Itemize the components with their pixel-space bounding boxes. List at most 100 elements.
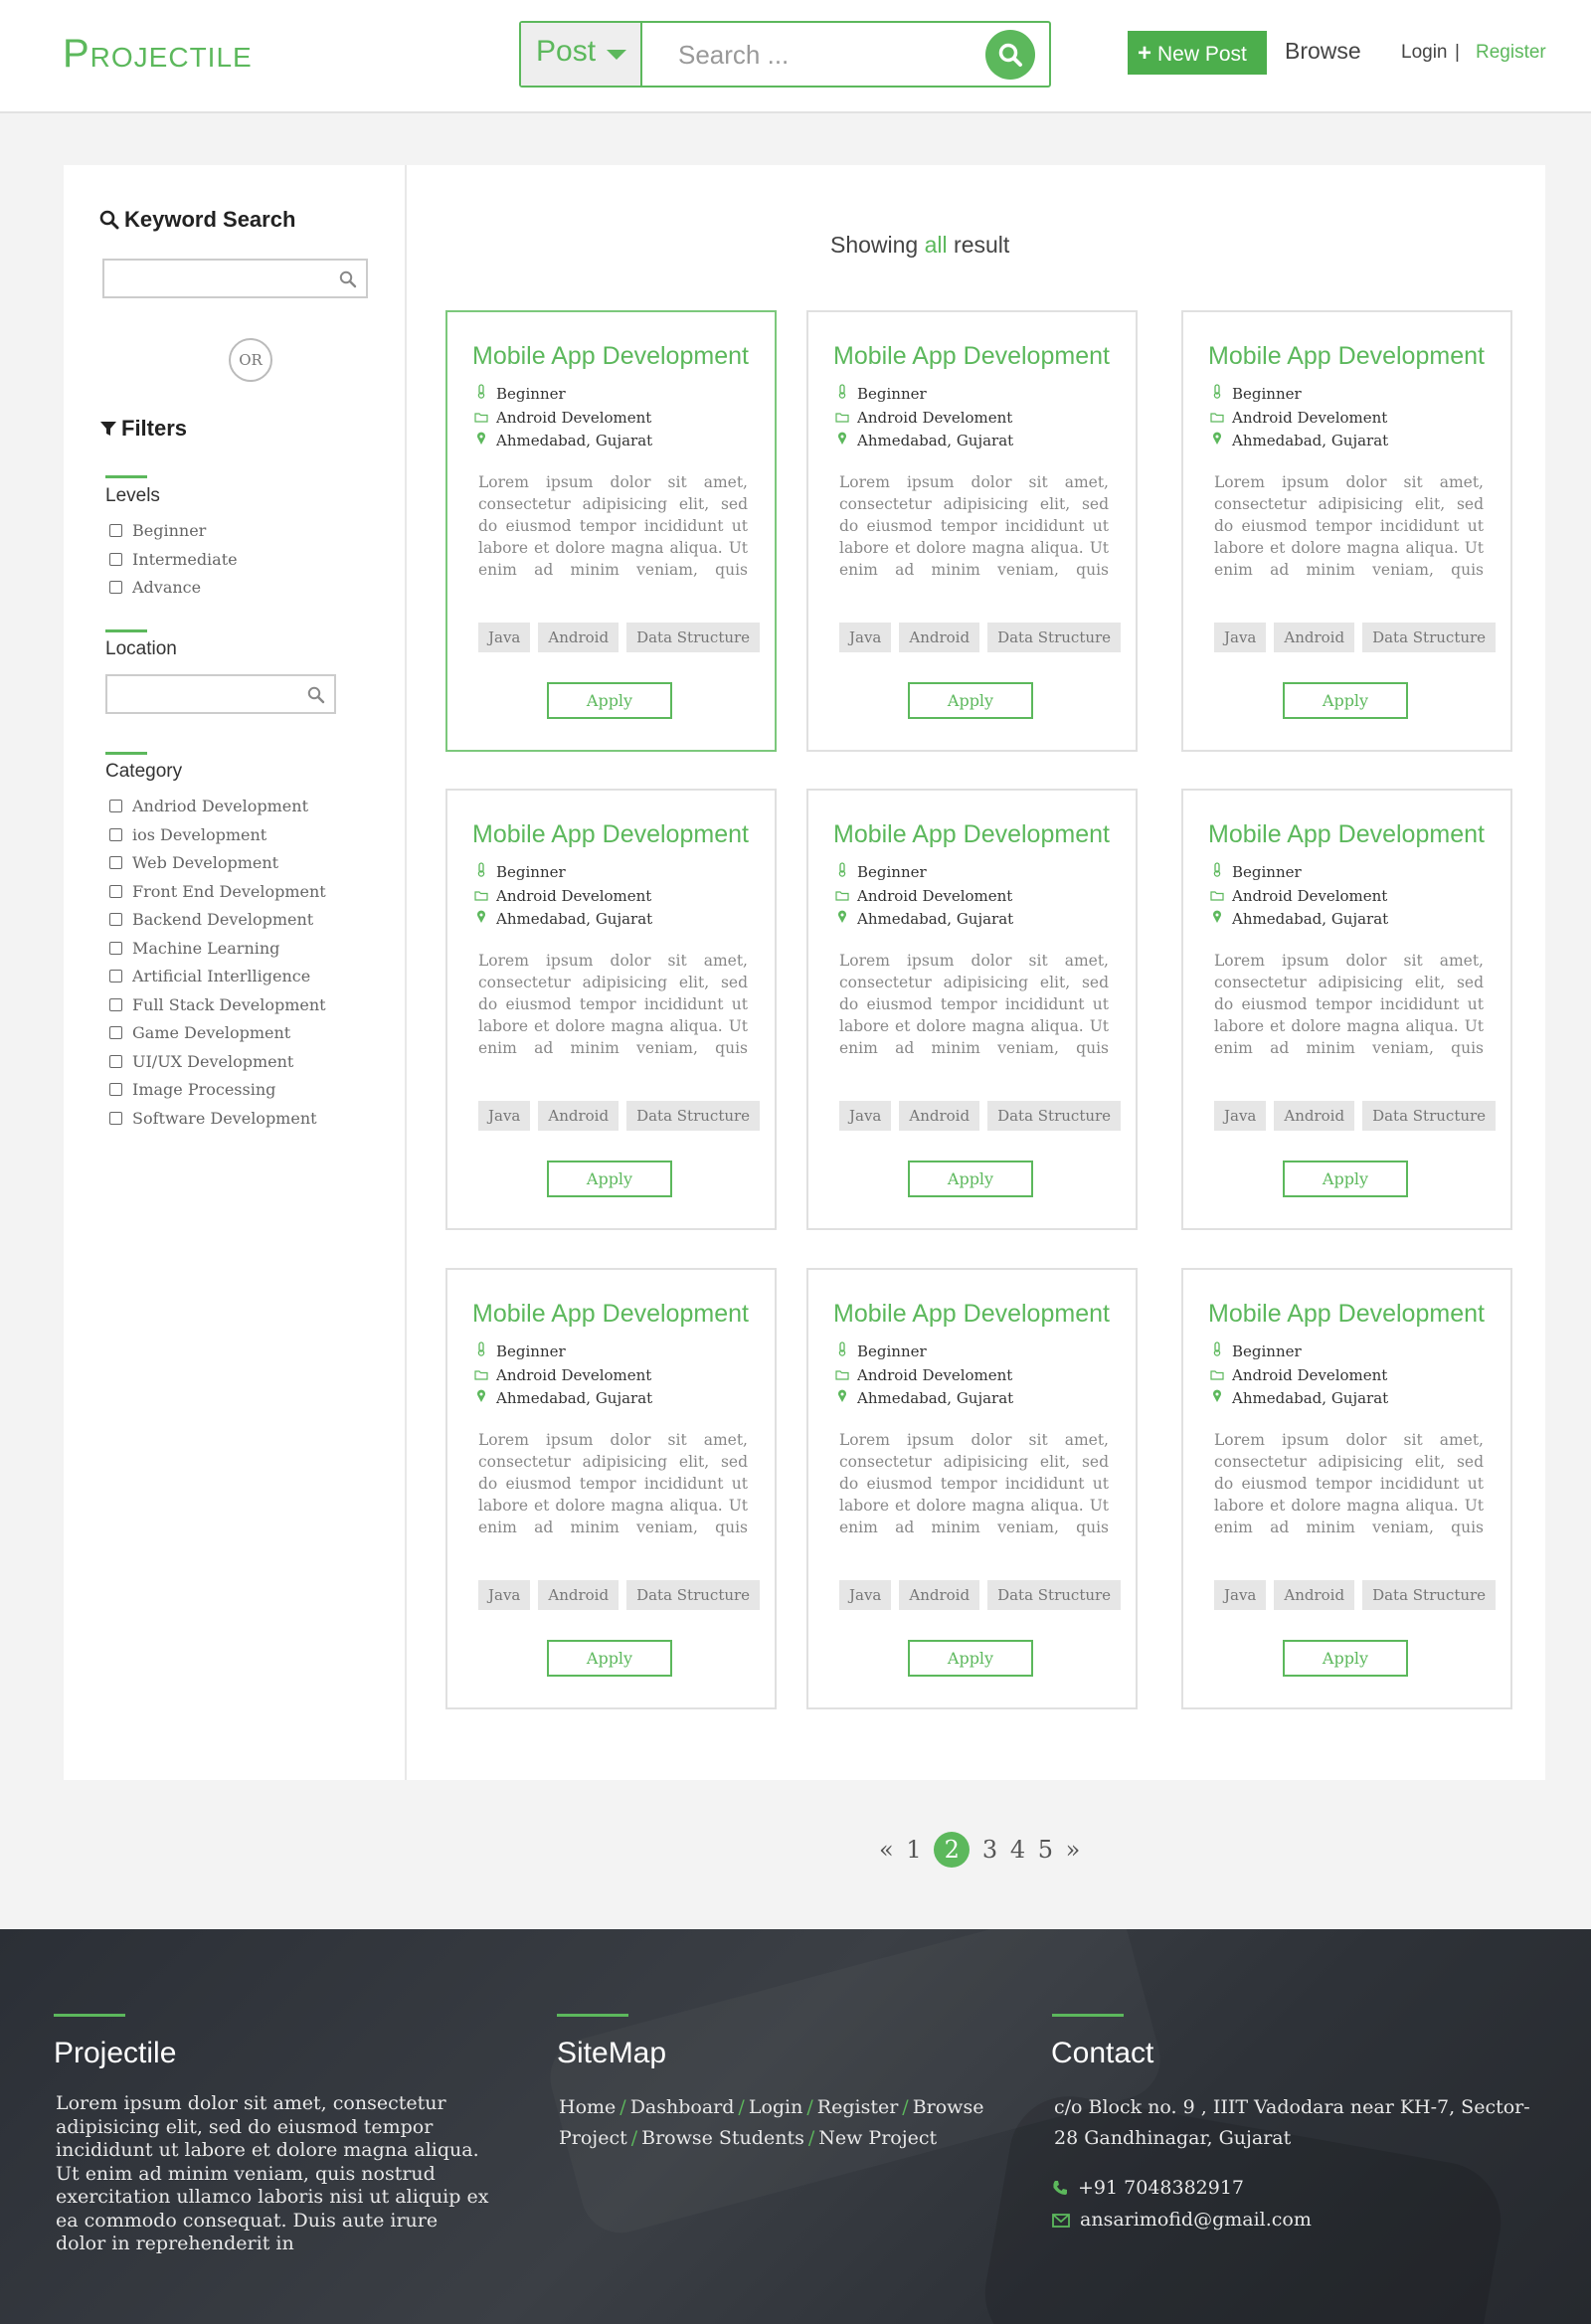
search-input[interactable]: Search ...	[678, 40, 789, 71]
checkbox[interactable]	[109, 1111, 122, 1125]
keyword-search-input[interactable]	[102, 259, 368, 298]
checkbox[interactable]	[109, 1026, 122, 1039]
skill-tag[interactable]: Android	[538, 1101, 619, 1131]
checkbox[interactable]	[109, 884, 122, 898]
category-option[interactable]: Software Development	[109, 1105, 326, 1134]
browse-link[interactable]: Browse	[1285, 38, 1361, 65]
skill-tag[interactable]: Android	[899, 623, 980, 652]
category-option[interactable]: Machine Learning	[109, 935, 326, 964]
next-page-button[interactable]: »	[1066, 1836, 1081, 1864]
skill-tag[interactable]: Data Structure	[987, 1580, 1122, 1610]
apply-button[interactable]: Apply	[1283, 1161, 1408, 1197]
level-option[interactable]: Advance	[109, 574, 238, 603]
checkbox[interactable]	[109, 524, 122, 537]
project-title[interactable]: Mobile App Development	[1208, 820, 1485, 849]
checkbox[interactable]	[109, 997, 122, 1011]
project-card[interactable]: Mobile App Development Beginner Android De…	[445, 789, 777, 1230]
project-card[interactable]: Mobile App Development Beginner Android De…	[1181, 789, 1512, 1230]
skill-tag[interactable]: Data Structure	[626, 1101, 761, 1131]
site-logo[interactable]: Projectile	[63, 32, 253, 77]
checkbox[interactable]	[109, 913, 122, 926]
skill-tag[interactable]: Java	[1214, 623, 1267, 652]
location-search-input[interactable]	[105, 674, 336, 714]
project-title[interactable]: Mobile App Development	[833, 342, 1110, 371]
project-title[interactable]: Mobile App Development	[472, 342, 749, 371]
apply-button[interactable]: Apply	[908, 682, 1033, 719]
prev-page-button[interactable]: «	[879, 1836, 894, 1864]
apply-button[interactable]: Apply	[1283, 682, 1408, 719]
skill-tag[interactable]: Data Structure	[1362, 1580, 1497, 1610]
skill-tag[interactable]: Java	[839, 1580, 892, 1610]
checkbox[interactable]	[109, 800, 122, 812]
apply-button[interactable]: Apply	[547, 1640, 672, 1677]
level-option[interactable]: Intermediate	[109, 546, 238, 575]
category-option[interactable]: Backend Development	[109, 906, 326, 935]
skill-tag[interactable]: Data Structure	[987, 623, 1122, 652]
project-card[interactable]: Mobile App Development Beginner Android De…	[806, 789, 1138, 1230]
new-post-button[interactable]: + New Post	[1128, 31, 1267, 75]
login-link[interactable]: Login	[1401, 42, 1448, 64]
skill-tag[interactable]: Java	[478, 1101, 531, 1131]
skill-tag[interactable]: Java	[478, 1580, 531, 1610]
page-link[interactable]: 4	[1010, 1836, 1025, 1864]
checkbox[interactable]	[109, 552, 122, 566]
checkbox[interactable]	[109, 1054, 122, 1068]
checkbox[interactable]	[109, 941, 122, 955]
search-button[interactable]	[985, 30, 1035, 80]
checkbox[interactable]	[109, 856, 122, 869]
skill-tag[interactable]: Java	[839, 623, 892, 652]
project-title[interactable]: Mobile App Development	[833, 820, 1110, 849]
level-option[interactable]: Beginner	[109, 517, 238, 546]
skill-tag[interactable]: Android	[899, 1101, 980, 1131]
skill-tag[interactable]: Android	[899, 1580, 980, 1610]
project-card[interactable]: Mobile App Development Beginner Android De…	[445, 310, 777, 752]
skill-tag[interactable]: Data Structure	[1362, 1101, 1497, 1131]
checkbox[interactable]	[109, 581, 122, 594]
checkbox[interactable]	[109, 1083, 122, 1096]
footer-link-browse-students[interactable]: Browse Students	[641, 2127, 804, 2149]
category-option[interactable]: ios Development	[109, 821, 326, 850]
category-option[interactable]: UI/UX Development	[109, 1048, 326, 1077]
category-option[interactable]: Game Development	[109, 1019, 326, 1048]
footer-link-login[interactable]: Login	[749, 2096, 803, 2118]
project-title[interactable]: Mobile App Development	[472, 1300, 749, 1329]
apply-button[interactable]: Apply	[547, 1161, 672, 1197]
category-option[interactable]: Front End Development	[109, 878, 326, 907]
footer-phone[interactable]: +91 7048382917	[1052, 2177, 1244, 2199]
skill-tag[interactable]: Android	[538, 1580, 619, 1610]
skill-tag[interactable]: Android	[1274, 1580, 1355, 1610]
skill-tag[interactable]: Android	[1274, 623, 1355, 652]
skill-tag[interactable]: Android	[538, 623, 619, 652]
category-option[interactable]: Full Stack Development	[109, 991, 326, 1020]
skill-tag[interactable]: Java	[478, 623, 531, 652]
project-title[interactable]: Mobile App Development	[833, 1300, 1110, 1329]
category-option[interactable]: Andriod Development	[109, 793, 326, 821]
project-card[interactable]: Mobile App Development Beginner Android De…	[1181, 310, 1512, 752]
skill-tag[interactable]: Data Structure	[987, 1101, 1122, 1131]
footer-link-home[interactable]: Home	[559, 2096, 616, 2118]
skill-tag[interactable]: Android	[1274, 1101, 1355, 1131]
skill-tag[interactable]: Java	[1214, 1580, 1267, 1610]
category-option[interactable]: Image Processing	[109, 1076, 326, 1105]
apply-button[interactable]: Apply	[908, 1640, 1033, 1677]
project-title[interactable]: Mobile App Development	[472, 820, 749, 849]
project-card[interactable]: Mobile App Development Beginner Android De…	[806, 310, 1138, 752]
project-card[interactable]: Mobile App Development Beginner Android De…	[1181, 1268, 1512, 1709]
page-link[interactable]: 3	[982, 1836, 997, 1864]
category-option[interactable]: Web Development	[109, 849, 326, 878]
skill-tag[interactable]: Java	[1214, 1101, 1267, 1131]
skill-tag[interactable]: Data Structure	[1362, 623, 1497, 652]
apply-button[interactable]: Apply	[908, 1161, 1033, 1197]
project-title[interactable]: Mobile App Development	[1208, 1300, 1485, 1329]
footer-email[interactable]: ansarimofid@gmail.com	[1052, 2209, 1312, 2231]
page-link[interactable]: 1	[906, 1836, 921, 1864]
apply-button[interactable]: Apply	[547, 682, 672, 719]
checkbox[interactable]	[109, 827, 122, 841]
project-card[interactable]: Mobile App Development Beginner Android De…	[445, 1268, 777, 1709]
current-page[interactable]: 2	[934, 1832, 971, 1868]
footer-link-new-project[interactable]: New Project	[818, 2127, 937, 2149]
footer-link-register[interactable]: Register	[817, 2096, 899, 2118]
footer-link-dashboard[interactable]: Dashboard	[630, 2096, 735, 2118]
skill-tag[interactable]: Data Structure	[626, 623, 761, 652]
project-title[interactable]: Mobile App Development	[1208, 342, 1485, 371]
